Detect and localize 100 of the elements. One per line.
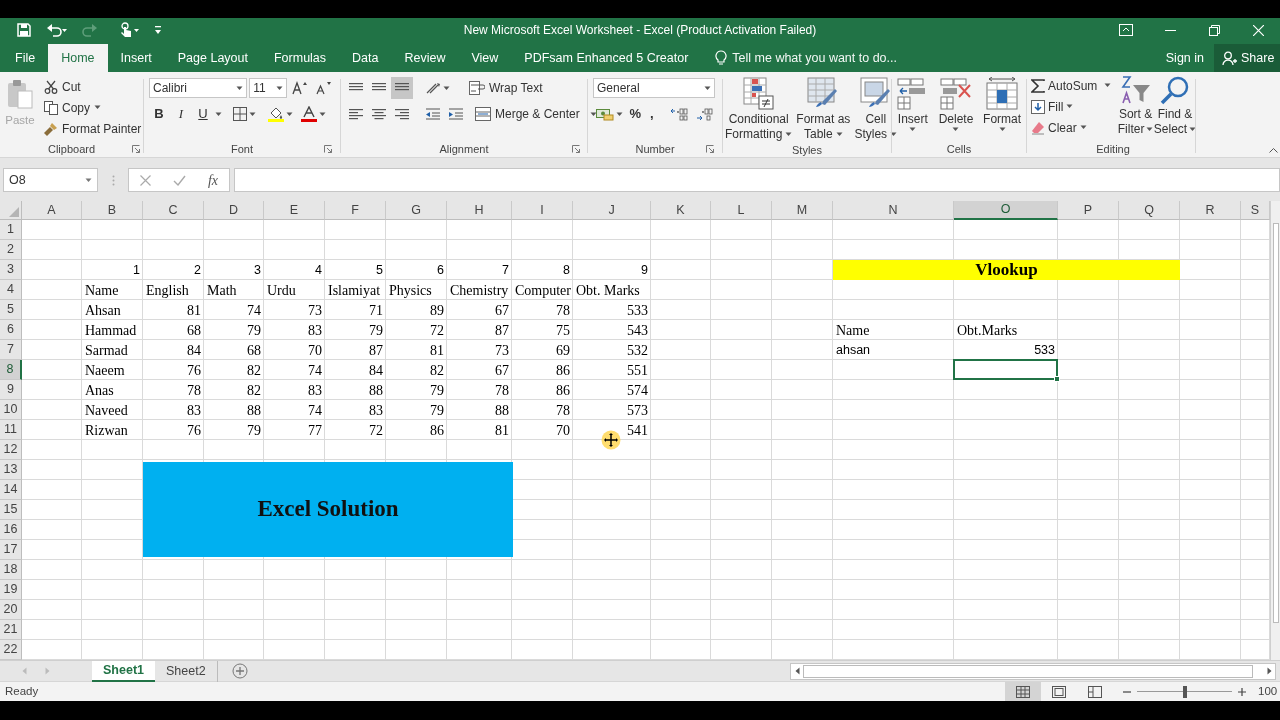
undo-icon[interactable] <box>46 22 68 38</box>
row-header[interactable]: 5 <box>0 300 22 320</box>
column-header[interactable]: G <box>386 201 447 220</box>
ribbon-tab[interactable]: Home <box>48 44 108 72</box>
font-family-dropdown[interactable]: Calibri <box>149 78 248 98</box>
column-header[interactable]: O <box>954 201 1058 220</box>
autosum-button[interactable]: AutoSum <box>1031 75 1117 96</box>
merge-center-button[interactable]: Merge & Center <box>472 103 600 125</box>
format-painter-button[interactable]: Format Painter <box>40 118 142 139</box>
zoom-level[interactable]: 100 <box>1258 682 1280 701</box>
fill-button[interactable]: Fill <box>1031 96 1117 117</box>
column-header[interactable]: B <box>82 201 143 220</box>
ribbon-tab[interactable]: PDFsam Enhanced 5 Creator <box>511 44 702 72</box>
cells-button[interactable]: Format <box>982 77 1023 132</box>
zoom-in-icon[interactable] <box>1238 687 1246 696</box>
ribbon-tab[interactable]: Review <box>391 44 459 72</box>
comma-style-button[interactable]: , <box>644 103 659 125</box>
save-icon[interactable] <box>16 22 32 38</box>
row-header[interactable]: 7 <box>0 340 22 360</box>
dialog-launcher-icon[interactable] <box>706 145 714 153</box>
active-cell[interactable] <box>953 359 1058 380</box>
sort-filter-button[interactable]: Sort & Filter <box>1116 75 1155 138</box>
column-header[interactable]: J <box>573 201 651 220</box>
column-header[interactable]: S <box>1241 201 1270 220</box>
text-style-button[interactable]: I <box>171 103 191 125</box>
insert-function-button[interactable]: fx <box>207 169 218 191</box>
number-format-dropdown[interactable]: General <box>593 78 715 98</box>
ribbon-tab[interactable]: Page Layout <box>164 44 261 72</box>
dialog-launcher-icon[interactable] <box>132 145 140 153</box>
row-header[interactable]: 11 <box>0 420 22 440</box>
normal-view-button[interactable] <box>1005 682 1041 701</box>
add-sheet-icon[interactable] <box>231 663 248 679</box>
column-header[interactable]: F <box>325 201 386 220</box>
sign-in-link[interactable]: Sign in <box>1155 48 1214 68</box>
clear-button[interactable]: Clear <box>1031 117 1117 138</box>
column-header[interactable]: D <box>204 201 264 220</box>
row-header[interactable]: 21 <box>0 620 22 640</box>
vertical-scrollbar[interactable] <box>1270 201 1280 660</box>
ribbon-tab[interactable]: Insert <box>107 44 165 72</box>
row-header[interactable]: 2 <box>0 240 22 260</box>
styles-button[interactable]: Format as Table <box>794 77 853 142</box>
column-header[interactable]: A <box>22 201 82 220</box>
column-header[interactable]: C <box>143 201 204 220</box>
column-header[interactable]: R <box>1180 201 1241 220</box>
column-header[interactable]: I <box>512 201 573 220</box>
formula-input[interactable] <box>234 168 1280 192</box>
column-header[interactable]: P <box>1058 201 1119 220</box>
ribbon-tab[interactable]: Data <box>339 44 392 72</box>
row-header[interactable]: 18 <box>0 560 22 580</box>
wrap-text-button[interactable]: Wrap Text <box>466 77 546 99</box>
row-header[interactable]: 8 <box>0 360 22 380</box>
cells-button[interactable]: Delete <box>937 77 975 132</box>
dialog-launcher-icon[interactable] <box>324 145 332 153</box>
font-size-dropdown[interactable]: 11 <box>249 78 287 98</box>
touch-icon[interactable] <box>118 22 140 38</box>
ribbon-tab[interactable]: File <box>2 44 49 72</box>
horizontal-scrollbar[interactable] <box>790 662 1276 680</box>
ribbon-tab[interactable]: View <box>458 44 512 72</box>
column-header[interactable]: E <box>264 201 325 220</box>
fill-handle[interactable] <box>1054 376 1060 382</box>
text-shape[interactable]: Excel Solution <box>143 462 513 557</box>
text-style-button[interactable]: U <box>193 103 213 125</box>
row-header[interactable]: 3 <box>0 260 22 280</box>
row-header[interactable]: 1 <box>0 220 22 240</box>
sheet-tab[interactable]: Sheet1 <box>92 660 155 682</box>
copy-button[interactable]: Copy <box>40 97 142 118</box>
row-header[interactable]: 4 <box>0 280 22 300</box>
row-header[interactable]: 19 <box>0 580 22 600</box>
share-button[interactable]: Share <box>1214 44 1280 72</box>
customize-icon[interactable] <box>154 25 162 35</box>
column-header[interactable]: H <box>447 201 512 220</box>
row-header[interactable]: 14 <box>0 480 22 500</box>
row-header[interactable]: 15 <box>0 500 22 520</box>
ribbon-tab[interactable]: Formulas <box>260 44 340 72</box>
column-header[interactable]: K <box>651 201 711 220</box>
collapse-ribbon-icon[interactable] <box>1269 147 1278 153</box>
column-header[interactable]: M <box>772 201 833 220</box>
name-box[interactable]: O8 <box>3 168 98 192</box>
row-header[interactable]: 6 <box>0 320 22 340</box>
row-header[interactable]: 22 <box>0 640 22 660</box>
column-header[interactable]: N <box>833 201 954 220</box>
text-style-button[interactable]: B <box>149 103 169 125</box>
percent-style-button[interactable]: % <box>628 103 643 125</box>
row-header[interactable]: 12 <box>0 440 22 460</box>
tell-me-field[interactable]: Tell me what you want to do... <box>715 44 897 72</box>
row-header[interactable]: 20 <box>0 600 22 620</box>
column-header[interactable]: L <box>711 201 772 220</box>
dialog-launcher-icon[interactable] <box>572 145 580 153</box>
column-header[interactable]: Q <box>1119 201 1180 220</box>
cut-button[interactable]: Cut <box>40 76 142 97</box>
row-header[interactable]: 16 <box>0 520 22 540</box>
bottom-align-button[interactable] <box>391 77 413 99</box>
table-cell-text: 532 <box>626 341 649 360</box>
row-header[interactable]: 10 <box>0 400 22 420</box>
row-header[interactable]: 9 <box>0 380 22 400</box>
zoom-slider-thumb[interactable] <box>1182 685 1187 698</box>
find-select-button[interactable]: Find & Select <box>1155 75 1195 138</box>
row-header[interactable]: 13 <box>0 460 22 480</box>
row-header[interactable]: 17 <box>0 540 22 560</box>
styles-button[interactable]: Conditional Formatting <box>723 77 795 142</box>
